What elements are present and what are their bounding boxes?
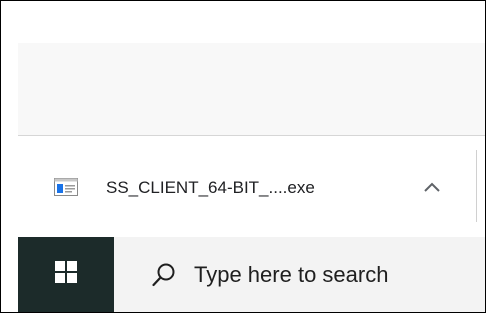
download-separator (476, 150, 477, 222)
download-file-name: SS_CLIENT_64-BIT_....exe (106, 178, 315, 197)
search-icon (152, 262, 176, 288)
chevron-up-icon[interactable] (418, 176, 446, 198)
taskbar: Type here to search (18, 237, 485, 312)
taskbar-search-box[interactable]: Type here to search (114, 237, 485, 312)
start-button[interactable] (18, 237, 114, 312)
download-shelf: SS_CLIENT_64-BIT_....exe (18, 135, 485, 237)
browser-content-area (18, 43, 485, 135)
search-placeholder: Type here to search (194, 262, 389, 287)
windows-logo-icon (55, 261, 77, 288)
window-app-icon (54, 178, 78, 196)
screenshot-frame: SS_CLIENT_64-BIT_....exe Type here to se… (0, 0, 486, 313)
download-item[interactable]: SS_CLIENT_64-BIT_....exe (18, 136, 476, 237)
